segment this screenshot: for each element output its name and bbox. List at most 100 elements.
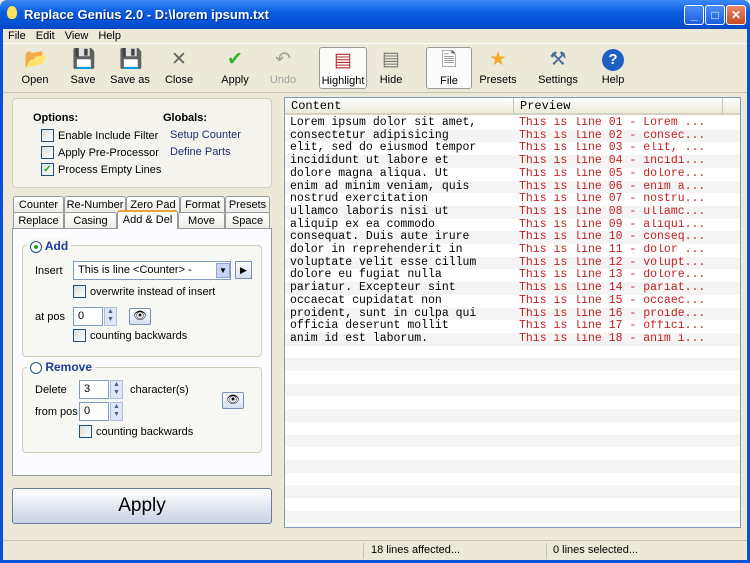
option-checkbox-1[interactable]: Apply Pre-Processor	[41, 146, 159, 159]
toolbar-label: Apply	[221, 74, 249, 86]
list-row[interactable]: incididunt ut labore et This is line 04 -…	[285, 154, 740, 168]
add-radio[interactable]: Add	[27, 239, 72, 253]
toolbar-label: Help	[601, 74, 625, 86]
empty-list-row[interactable]	[285, 396, 740, 409]
undo-icon: ↶	[275, 49, 291, 70]
empty-list-row[interactable]	[285, 422, 740, 435]
toolbar-highlight-button[interactable]: ▤ Highlight	[319, 47, 367, 89]
empty-list-row[interactable]	[285, 498, 740, 511]
menu-view[interactable]: View	[60, 29, 94, 43]
setup-counter-link[interactable]: Setup Counter	[170, 129, 241, 141]
preview-cell: This is line 14 - pariat...	[519, 282, 706, 295]
toolbar-close-button[interactable]: ✕ Close	[159, 47, 199, 89]
content-cell: incididunt ut labore et	[290, 154, 449, 168]
from-pos-spinner[interactable]: ▲ ▼	[110, 402, 123, 421]
floppy-save-as-icon: 💾	[119, 49, 143, 70]
list-row[interactable]: Lorem ipsum dolor sit amet, This is line …	[285, 116, 740, 130]
delete-count-input[interactable]: 3	[79, 380, 109, 399]
toolbar-open-button[interactable]: 📂 Open	[15, 47, 55, 89]
menu-edit[interactable]: Edit	[31, 29, 60, 43]
preview-cell: This is line 02 - consec...	[519, 129, 706, 142]
toolbar-save-button[interactable]: 💾 Save	[63, 47, 103, 89]
column-header-content[interactable]: Content	[285, 98, 514, 115]
list-row[interactable]: dolor in reprehenderit in This is line 11…	[285, 243, 740, 257]
list-row[interactable]: occaecat cupidatat non This is line 15 - …	[285, 294, 740, 308]
option-checkbox-2[interactable]: ✓ Process Empty Lines	[41, 163, 161, 176]
remove-radio[interactable]: Remove	[27, 360, 96, 374]
overwrite-checkbox[interactable]: overwrite instead of insert	[73, 285, 215, 298]
insert-combobox[interactable]: This is line <Counter> -	[73, 261, 231, 280]
toolbar-help-button[interactable]: ? Help	[595, 47, 631, 89]
empty-list-row[interactable]	[285, 459, 740, 473]
toolbar-hide-button[interactable]: ▤ Hide	[373, 47, 409, 89]
toolbar-save-as-button[interactable]: 💾 Save as	[107, 47, 153, 89]
preview-cell: This is line 10 - conseq...	[519, 231, 706, 244]
toolbar-settings-button[interactable]: ⚒ Settings	[533, 47, 583, 89]
content-cell: ullamco laboris nisi ut	[290, 204, 449, 218]
list-row[interactable]: dolore magna aliqua. Ut This is line 05 -…	[285, 167, 740, 181]
empty-list-row[interactable]	[285, 434, 740, 448]
tab-move[interactable]: Move	[178, 212, 225, 229]
menu-file[interactable]: File	[3, 29, 31, 43]
tab-casing[interactable]: Casing	[64, 212, 117, 229]
add-counting-backwards-checkbox[interactable]: counting backwards	[73, 329, 187, 342]
tab-add-del[interactable]: Add & Del	[117, 210, 178, 229]
apply-button[interactable]: Apply	[12, 488, 272, 524]
toolbar-presets-button[interactable]: ★ Presets	[476, 47, 520, 89]
list-row[interactable]: nostrud exercitation This is line 07 - no…	[285, 192, 740, 206]
toolbar-label: Save as	[110, 74, 150, 86]
preview-cell: This is line 04 - incidi...	[519, 155, 706, 168]
list-row[interactable]: ullamco laboris nisi ut This is line 08 -…	[285, 204, 740, 219]
toolbar-undo-button[interactable]: ↶ Undo	[265, 47, 301, 89]
close-window-button[interactable]: ✕	[726, 5, 746, 25]
tab-replace[interactable]: Replace	[13, 212, 64, 229]
remove-label: Remove	[45, 360, 93, 374]
define-parts-link[interactable]: Define Parts	[170, 146, 231, 158]
eye-preview-icon[interactable]: 👁	[222, 392, 244, 409]
column-header-preview[interactable]: Preview	[514, 98, 723, 115]
title-bar: Replace Genius 2.0 - D:\lorem ipsum.txt …	[0, 0, 750, 29]
tab-panel-add-del: Add Insert This is line <Counter> - ▼ ▶ …	[12, 228, 272, 476]
chevron-down-icon[interactable]: ▼	[216, 263, 230, 278]
list-row[interactable]: pariatur. Excepteur sint This is line 14 …	[285, 281, 740, 295]
toolbar-label: Presets	[479, 74, 517, 86]
empty-list-row[interactable]	[285, 409, 740, 422]
tab-presets[interactable]: Presets	[225, 196, 270, 213]
lines-list[interactable]: Content Preview Lorem ipsum dolor sit am…	[284, 97, 741, 528]
delete-count-spinner[interactable]: ▲ ▼	[110, 380, 123, 399]
option-checkbox-0[interactable]: Enable Include Filter	[41, 129, 158, 142]
empty-list-row[interactable]	[285, 510, 740, 524]
minimize-button[interactable]: _	[684, 5, 704, 25]
checkmark-icon: ✔	[227, 49, 243, 70]
maximize-button[interactable]: □	[705, 5, 725, 25]
empty-list-row[interactable]	[285, 447, 740, 460]
tab-space[interactable]: Space	[225, 212, 270, 229]
from-pos-input[interactable]: 0	[79, 402, 109, 421]
eye-preview-icon[interactable]: 👁	[129, 308, 151, 325]
at-pos-spinner[interactable]: ▲ ▼	[104, 307, 117, 326]
preview-cell: This is line 18 - anim i...	[519, 332, 706, 345]
at-pos-input[interactable]: 0	[73, 307, 103, 326]
content-cell: nostrud exercitation	[290, 192, 429, 206]
empty-list-row[interactable]	[285, 371, 740, 384]
empty-list-row[interactable]	[285, 485, 740, 498]
tab-counter[interactable]: Counter	[13, 196, 64, 213]
empty-list-row[interactable]	[285, 383, 740, 397]
empty-list-row[interactable]	[285, 473, 740, 486]
empty-list-row[interactable]	[285, 346, 740, 359]
toolbar-label: Open	[21, 74, 49, 86]
list-row[interactable]: officia deserunt mollit This is line 17 -…	[285, 319, 740, 333]
star-icon: ★	[489, 49, 507, 70]
insert-menu-arrow-button[interactable]: ▶	[235, 261, 252, 279]
empty-list-row[interactable]	[285, 358, 740, 371]
toolbar-file-button[interactable]: 🗎 File	[426, 47, 472, 89]
options-heading: Options:	[33, 112, 79, 124]
content-cell: officia deserunt mollit	[290, 319, 449, 333]
toolbar-apply-button[interactable]: ✔ Apply	[215, 47, 255, 89]
preview-cell: This is line 15 - occaec...	[519, 294, 706, 307]
menu-help[interactable]: Help	[93, 29, 126, 43]
list-row[interactable]: anim id est laborum. This is line 18 - an…	[285, 332, 740, 346]
tab-format[interactable]: Format	[180, 196, 225, 213]
remove-counting-backwards-checkbox[interactable]: counting backwards	[79, 425, 193, 438]
delete-label: Delete	[35, 384, 67, 396]
